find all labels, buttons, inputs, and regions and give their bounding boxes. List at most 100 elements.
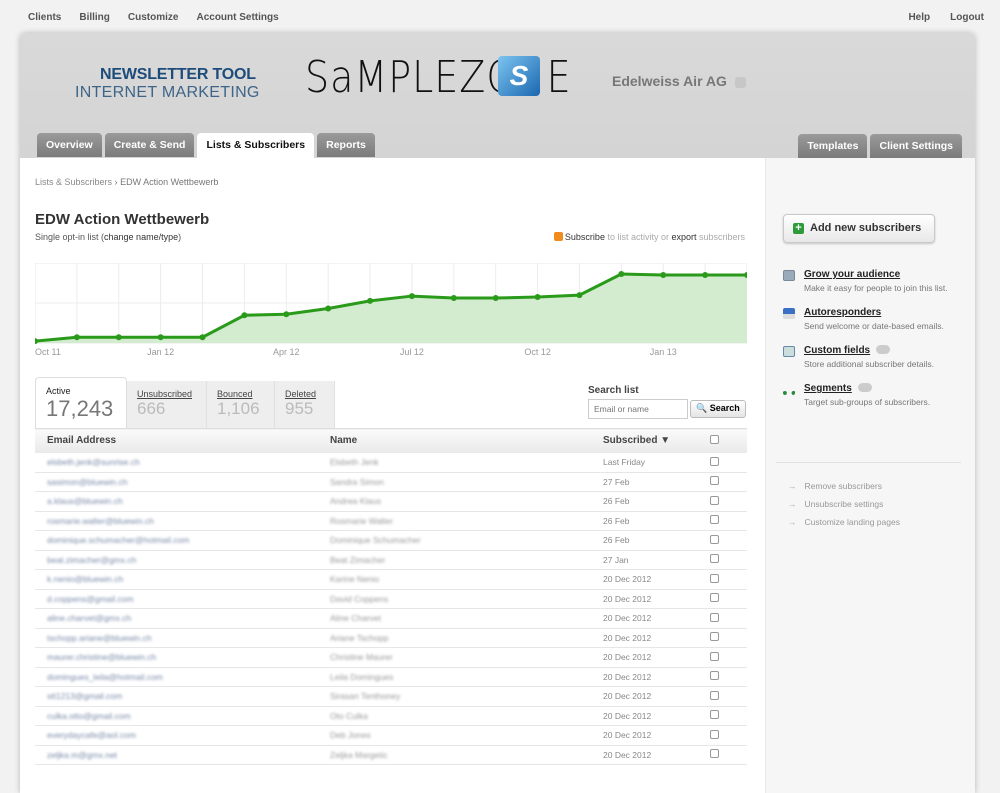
search-button[interactable]: 🔍 Search bbox=[690, 399, 746, 418]
row-checkbox[interactable] bbox=[710, 554, 719, 564]
table-row[interactable]: everydaycafe@aol.com Deb Jones 20 Dec 2012 bbox=[35, 725, 747, 746]
unsubscribe-settings-link[interactable]: → Unsubscribe settings bbox=[788, 499, 883, 509]
search-input[interactable] bbox=[588, 399, 688, 419]
table-row[interactable]: sasimon@bluewin.ch Sandra Simon 27 Feb bbox=[35, 472, 747, 492]
col-subscribed[interactable]: Subscribed ▼ bbox=[603, 428, 710, 453]
nav-customize[interactable]: Customize bbox=[128, 12, 179, 23]
add-subscribers-label: Add new subscribers bbox=[810, 222, 922, 234]
table-row[interactable]: dominique.schumacher@hotmail.com Dominiqu… bbox=[35, 530, 747, 551]
custom-fields-link[interactable]: Custom fields bbox=[804, 345, 934, 356]
count-badge bbox=[876, 345, 891, 354]
subscribed-date: 26 Feb bbox=[603, 511, 710, 531]
table-row[interactable]: tschopp.ariane@bluewin.ch Ariane Tschopp 2… bbox=[35, 628, 747, 648]
email-cell[interactable]: a.klaus@bluewin.ch bbox=[47, 496, 123, 506]
email-cell[interactable]: sasimon@bluewin.ch bbox=[47, 477, 127, 487]
email-cell[interactable]: zeljka.m@gmx.net bbox=[47, 750, 117, 760]
table-row[interactable]: culka.otto@gmail.com Oto Culka 20 Dec 2012 bbox=[35, 706, 747, 726]
feature-desc: Make it easy for people to join this lis… bbox=[804, 283, 948, 293]
table-row[interactable]: domingues_leila@hotmail.com Leila Domingu… bbox=[35, 667, 747, 687]
table-row[interactable]: d.coppens@gmail.com David Coppens 20 Dec 2… bbox=[35, 589, 747, 609]
remove-subscribers-link[interactable]: → Remove subscribers bbox=[788, 481, 882, 491]
email-cell[interactable]: elsbeth.jenk@sunrise.ch bbox=[47, 457, 140, 467]
row-checkbox[interactable] bbox=[710, 593, 719, 603]
table-row[interactable]: k.nenio@bluewin.ch Karine Nenio 20 Dec 201… bbox=[35, 569, 747, 590]
row-checkbox[interactable] bbox=[710, 749, 719, 759]
row-checkbox[interactable] bbox=[710, 632, 719, 642]
tab-create-send[interactable]: Create & Send bbox=[104, 133, 195, 157]
table-row[interactable]: a.klaus@bluewin.ch Andrea Klaus 26 Feb bbox=[35, 491, 747, 512]
col-name[interactable]: Name bbox=[330, 428, 603, 453]
contact-card-icon bbox=[783, 346, 795, 357]
add-subscribers-button[interactable]: + Add new subscribers bbox=[783, 214, 935, 243]
email-cell[interactable]: rosmarie.walter@bluewin.ch bbox=[47, 516, 154, 526]
app-window: NEWSLETTER TOOL INTERNET MARKETING SaMPL… bbox=[20, 33, 975, 793]
list-type-prefix: Single opt-in list ( bbox=[35, 232, 105, 242]
nav-account-settings[interactable]: Account Settings bbox=[196, 12, 278, 23]
row-checkbox[interactable] bbox=[710, 612, 719, 622]
client-switch-icon[interactable] bbox=[734, 76, 746, 88]
subscribed-date: 26 Feb bbox=[603, 530, 710, 551]
stat-bounced[interactable]: Bounced 1,106 bbox=[207, 381, 275, 429]
customize-landing-pages-link[interactable]: → Customize landing pages bbox=[788, 517, 900, 527]
nav-help[interactable]: Help bbox=[908, 12, 930, 23]
x-tick-label: Jan 12 bbox=[147, 347, 174, 357]
email-cell[interactable]: stt1213@gmail.com bbox=[47, 691, 122, 701]
row-checkbox[interactable] bbox=[710, 476, 719, 486]
stat-unsubscribed[interactable]: Unsubscribed 666 bbox=[127, 381, 207, 429]
email-cell[interactable]: beat.zimacher@gmx.ch bbox=[47, 555, 136, 565]
nav-logout[interactable]: Logout bbox=[950, 12, 984, 23]
nav-billing[interactable]: Billing bbox=[79, 12, 110, 23]
email-cell[interactable]: d.coppens@gmail.com bbox=[47, 594, 134, 604]
tab-overview[interactable]: Overview bbox=[37, 133, 102, 157]
stat-deleted[interactable]: Deleted 955 bbox=[275, 381, 335, 429]
x-tick-label: Jan 13 bbox=[650, 347, 677, 357]
tab-templates[interactable]: Templates bbox=[798, 134, 868, 158]
select-all-checkbox[interactable] bbox=[710, 434, 719, 444]
x-tick-label: Jul 12 bbox=[400, 347, 424, 357]
name-cell: Rosmarie Walter bbox=[330, 515, 393, 526]
change-name-type-link[interactable]: change name/type bbox=[104, 232, 178, 242]
row-checkbox[interactable] bbox=[710, 729, 719, 739]
row-checkbox[interactable] bbox=[710, 671, 719, 681]
client-name[interactable]: Edelweiss Air AG bbox=[612, 73, 746, 89]
table-row[interactable]: elsbeth.jenk@sunrise.ch Elsbeth Jenk Last … bbox=[35, 452, 747, 473]
tab-client-settings[interactable]: Client Settings bbox=[870, 134, 962, 158]
breadcrumb-lists[interactable]: Lists & Subscribers bbox=[35, 177, 112, 187]
table-row[interactable]: zeljka.m@gmx.net Zeljka Margetic 20 Dec 20… bbox=[35, 745, 747, 765]
table-row[interactable]: rosmarie.walter@bluewin.ch Rosmarie Walte… bbox=[35, 511, 747, 531]
stat-value: 1,106 bbox=[217, 399, 260, 418]
email-cell[interactable]: tschopp.ariane@bluewin.ch bbox=[47, 633, 152, 643]
email-cell[interactable]: aline.charvet@gmx.ch bbox=[47, 613, 131, 623]
row-checkbox[interactable] bbox=[710, 534, 719, 544]
email-cell[interactable]: domingues_leila@hotmail.com bbox=[47, 672, 163, 682]
export-link[interactable]: export bbox=[671, 232, 696, 242]
email-cell[interactable]: maurer.christine@bluewin.ch bbox=[47, 652, 156, 662]
table-row[interactable]: beat.zimacher@gmx.ch Beat Zimacher 27 Jan bbox=[35, 550, 747, 570]
subscribe-link[interactable]: Subscribe bbox=[565, 232, 605, 242]
row-checkbox[interactable] bbox=[710, 495, 719, 505]
table-row[interactable]: stt1213@gmail.com Sirasan Tenthoney 20 Dec… bbox=[35, 686, 747, 707]
col-email[interactable]: Email Address bbox=[35, 428, 330, 453]
table-row[interactable]: maurer.christine@bluewin.ch Christine Mau… bbox=[35, 647, 747, 668]
grow-audience-link[interactable]: Grow your audience bbox=[804, 269, 948, 280]
email-cell[interactable]: dominique.schumacher@hotmail.com bbox=[47, 535, 189, 545]
row-checkbox[interactable] bbox=[710, 515, 719, 525]
row-checkbox[interactable] bbox=[710, 690, 719, 700]
email-cell[interactable]: culka.otto@gmail.com bbox=[47, 711, 131, 721]
stat-active[interactable]: Active 17,243 bbox=[35, 377, 127, 429]
segments-link[interactable]: Segments bbox=[804, 383, 930, 394]
row-checkbox[interactable] bbox=[710, 573, 719, 583]
table-row[interactable]: aline.charvet@gmx.ch Aline Charvet 20 Dec … bbox=[35, 608, 747, 629]
autoresponders-link[interactable]: Autoresponders bbox=[804, 307, 944, 318]
x-tick-label: Oct 11 bbox=[35, 347, 61, 357]
row-checkbox[interactable] bbox=[710, 651, 719, 661]
email-cell[interactable]: everydaycafe@aol.com bbox=[47, 730, 136, 740]
tab-reports[interactable]: Reports bbox=[317, 133, 375, 157]
row-checkbox[interactable] bbox=[710, 456, 719, 466]
name-cell: Aline Charvet bbox=[330, 613, 382, 624]
x-tick-label: Oct 12 bbox=[524, 347, 551, 357]
email-cell[interactable]: k.nenio@bluewin.ch bbox=[47, 574, 123, 584]
row-checkbox[interactable] bbox=[710, 710, 719, 720]
tab-lists-subscribers[interactable]: Lists & Subscribers bbox=[197, 133, 315, 158]
nav-clients[interactable]: Clients bbox=[28, 12, 61, 23]
